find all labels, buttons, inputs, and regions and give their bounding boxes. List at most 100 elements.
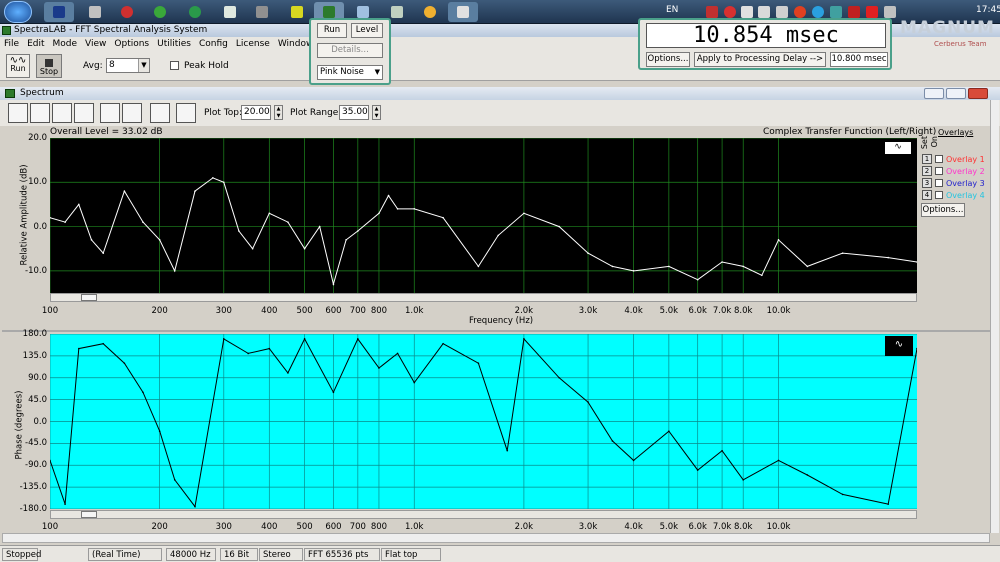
taskbar-app-save-icon[interactable] [44, 2, 74, 22]
data-point [222, 181, 225, 184]
phase-scrollbar[interactable] [50, 510, 917, 519]
plot-range-spinner[interactable]: ▲ ▼ [372, 105, 381, 120]
data-point [558, 225, 561, 228]
bars-icon[interactable] [122, 103, 142, 123]
overlay-checkbox[interactable] [935, 179, 943, 187]
menu-edit[interactable]: Edit [23, 37, 48, 51]
overlay-set-button[interactable]: 3 [922, 178, 932, 188]
zoom-icon[interactable] [8, 103, 28, 123]
taskbar-app-network-icon[interactable] [80, 2, 110, 22]
overlay-set-button[interactable]: 1 [922, 154, 932, 164]
run-button[interactable]: ∿∿ Run [6, 54, 30, 78]
apply-delay-button[interactable]: Apply to Processing Delay --> [694, 52, 826, 67]
x-tick-label: 4.0k [624, 522, 643, 532]
vertical-scrollbar[interactable] [990, 100, 999, 533]
delay-options-button[interactable]: Options... [646, 52, 690, 67]
menu-options[interactable]: Options [110, 37, 153, 51]
close-button[interactable] [968, 88, 988, 99]
overlay-set-button[interactable]: 4 [922, 190, 932, 200]
menu-utilities[interactable]: Utilities [153, 37, 195, 51]
overlay-set-button[interactable]: 2 [922, 166, 932, 176]
delay-readout: 10.854 msec [646, 23, 886, 48]
avg-select[interactable]: 8 ▼ [106, 58, 150, 73]
table-icon[interactable] [150, 103, 170, 123]
data-point [158, 239, 161, 241]
amplitude-scroll-thumb[interactable] [81, 294, 97, 301]
x-tick-label: 400 [261, 522, 278, 532]
x-tick-label: 800 [370, 522, 388, 532]
taskbar-app-green-icon[interactable] [145, 2, 175, 22]
tray-flag2-icon[interactable] [866, 6, 878, 18]
data-point [523, 338, 525, 340]
overlay-checkbox[interactable] [935, 167, 943, 175]
menu-config[interactable]: Config [195, 37, 232, 51]
phase-scroll-thumb[interactable] [81, 511, 97, 518]
minimize-button[interactable] [924, 88, 944, 99]
data-point [442, 216, 444, 219]
cursor-icon[interactable] [176, 103, 196, 123]
overlay-row: 2 Overlay 2 [920, 166, 998, 177]
taskbar-app-folder-icon[interactable] [247, 2, 277, 22]
stop-button[interactable]: Stop [36, 54, 62, 78]
noise-value: Pink Noise [320, 67, 364, 77]
tray-blue-icon[interactable] [812, 6, 824, 18]
menu-file[interactable]: File [0, 37, 23, 51]
plot-top-spinner[interactable]: ▲ ▼ [274, 105, 283, 120]
data-point [587, 252, 589, 254]
open-file-icon[interactable] [30, 103, 50, 123]
pane-divider[interactable] [2, 330, 998, 332]
menu-license[interactable]: License [232, 37, 274, 51]
tray-teal-icon[interactable] [830, 6, 842, 18]
tray-speaker-icon[interactable] [884, 6, 896, 18]
generator-wave-icon-2[interactable]: ∿ [885, 336, 913, 356]
amplitude-scrollbar[interactable] [50, 293, 917, 302]
tray-gear-icon[interactable] [776, 6, 788, 18]
generator-run-button[interactable]: Run [317, 23, 347, 38]
x-tick-label: 8.0k [733, 306, 753, 316]
taskbar-app-active-icon[interactable] [448, 2, 478, 22]
clock[interactable]: 17:45 [976, 5, 1000, 15]
tray-orange-icon[interactable] [794, 6, 806, 18]
tray-ati-icon[interactable] [848, 6, 860, 18]
overlay-label: Overlay 1 [946, 155, 985, 164]
peak-icon[interactable] [100, 103, 120, 123]
watermark-team: Cerberus Team [934, 40, 987, 48]
taskbar-app-wordpress-icon[interactable] [180, 2, 210, 22]
apply-delay-value[interactable]: 10.800 msec [830, 52, 888, 67]
amplitude-plot[interactable]: ∿ [49, 137, 918, 293]
taskbar-app-yellow-icon[interactable] [282, 2, 312, 22]
data-point [558, 376, 561, 379]
taskbar-app-chrome-icon[interactable] [415, 2, 445, 22]
phase-plot[interactable]: ∿ [49, 333, 918, 510]
start-button[interactable] [4, 1, 32, 23]
menu-mode[interactable]: Mode [49, 37, 82, 51]
data-point [477, 362, 480, 364]
generator-wave-icon[interactable]: ∿ [885, 142, 911, 154]
overlay-save-icon[interactable] [52, 103, 72, 123]
spectrum-title: Spectrum [20, 88, 64, 98]
taskbar-app-red-icon[interactable] [112, 2, 142, 22]
status-time-mode: (Real Time) [88, 548, 162, 561]
overlay-checkbox[interactable] [935, 191, 943, 199]
peak-hold-checkbox[interactable] [170, 61, 179, 70]
flag-icon[interactable] [706, 6, 718, 18]
tray-red-icon[interactable] [724, 6, 736, 18]
tray-b-icon[interactable] [741, 6, 753, 18]
overlay-options-button[interactable]: Options... [921, 203, 965, 217]
plot-range-input[interactable]: 35.00 [339, 105, 369, 120]
tray-tool-icon[interactable] [758, 6, 770, 18]
avg-value: 8 [109, 60, 115, 70]
generator-details-button[interactable]: Details... [317, 43, 383, 58]
menu-view[interactable]: View [81, 37, 110, 51]
generator-level-button[interactable]: Level [351, 23, 383, 38]
overlay-checkbox[interactable] [935, 155, 943, 163]
spectrum-icon [5, 89, 15, 98]
maximize-button[interactable] [946, 88, 966, 99]
noise-select[interactable]: Pink Noise ▼ [317, 65, 383, 80]
horizontal-scrollbar[interactable] [2, 533, 990, 543]
language-indicator[interactable]: EN [666, 5, 678, 15]
plot-top-input[interactable]: 20.00 [241, 105, 271, 120]
overlay-clear-icon[interactable] [74, 103, 94, 123]
taskbar-app-utility-icon[interactable] [215, 2, 245, 22]
overlay-label: Overlay 4 [946, 191, 985, 200]
